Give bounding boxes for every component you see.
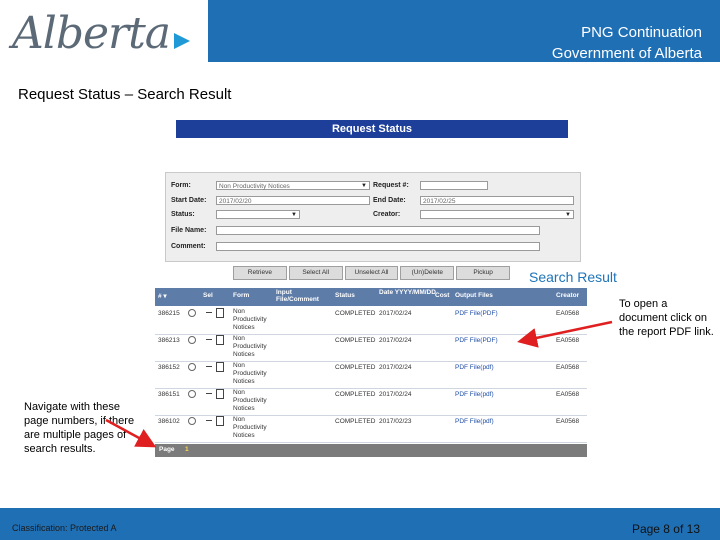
classification-label: Classification: Protected A	[12, 523, 117, 533]
arrow-to-pdf-link	[517, 320, 613, 348]
arrow-to-page-number	[105, 418, 157, 448]
annotation-arrows	[105, 320, 613, 448]
page-indicator: Page 8 of 13	[631, 522, 700, 536]
